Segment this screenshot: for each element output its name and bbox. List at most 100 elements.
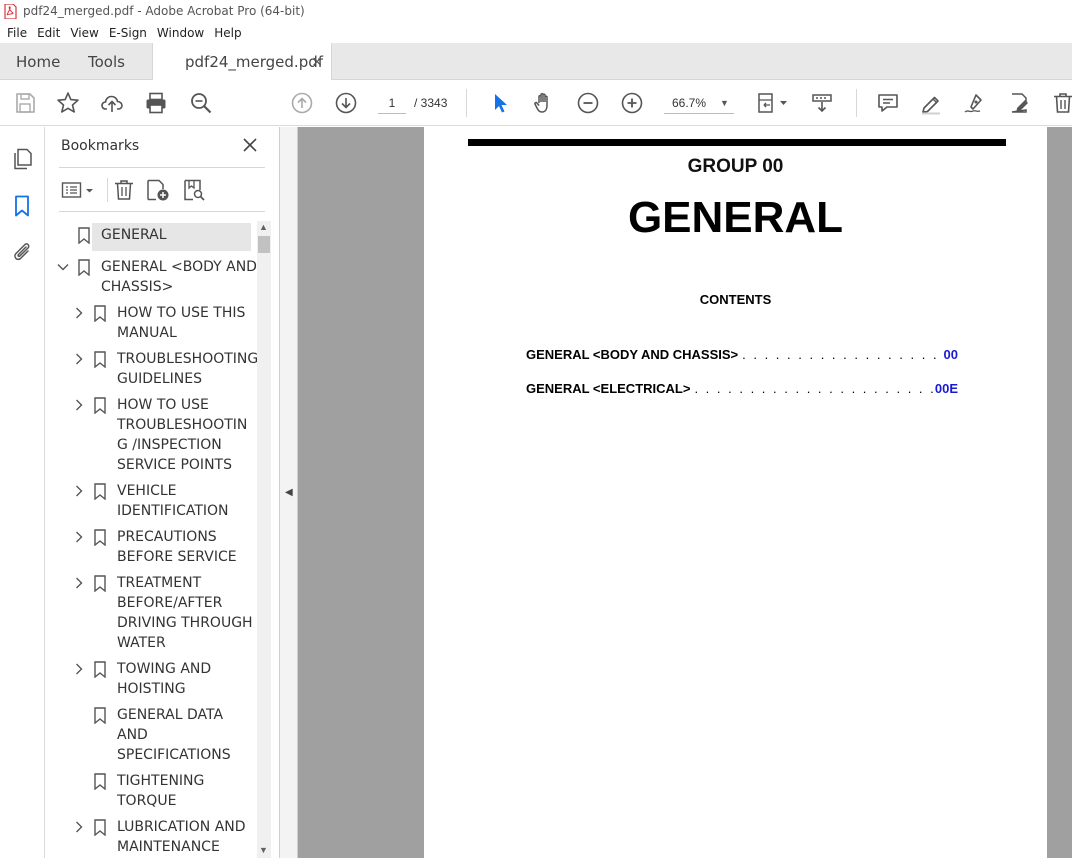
scrolling-mode-icon[interactable] xyxy=(810,91,834,115)
toolbar-divider xyxy=(856,89,857,117)
close-tab-icon[interactable]: × xyxy=(311,54,323,70)
document-title: GENERAL xyxy=(627,193,844,242)
zoom-out-icon[interactable] xyxy=(576,91,600,115)
print-icon[interactable] xyxy=(144,91,168,115)
chevron-right-icon[interactable] xyxy=(73,531,85,543)
tab-tools[interactable]: Tools xyxy=(88,43,125,80)
bookmarks-scrollbar[interactable]: ▲ ▼ xyxy=(257,221,271,858)
delete-icon[interactable] xyxy=(1051,91,1072,115)
menu-edit[interactable]: Edit xyxy=(32,26,65,40)
toc-leader-dots: . . . . . . . . . . . . . . . . . . . . … xyxy=(742,347,943,362)
delete-bookmark-icon[interactable] xyxy=(112,178,136,202)
previous-page-icon[interactable] xyxy=(290,91,314,115)
tab-document-label: pdf24_merged.pdf xyxy=(185,52,324,71)
bookmarks-panel-icon[interactable] xyxy=(10,194,34,218)
page-number-input[interactable] xyxy=(378,92,406,114)
chevron-right-icon[interactable] xyxy=(73,485,85,497)
acrobat-app-icon xyxy=(4,3,17,19)
hand-tool-icon[interactable] xyxy=(532,91,556,115)
save-icon[interactable] xyxy=(13,91,37,115)
next-page-icon[interactable] xyxy=(334,91,358,115)
bookmark-label: TIGHTENING TORQUE xyxy=(117,773,205,809)
zoom-in-icon[interactable] xyxy=(620,91,644,115)
chevron-right-icon[interactable] xyxy=(73,821,85,833)
chevron-right-icon[interactable] xyxy=(73,577,85,589)
bookmark-icon xyxy=(94,707,106,724)
page-thumbnails-icon[interactable] xyxy=(10,147,34,171)
header-rule xyxy=(468,139,1006,146)
attachments-paperclip-icon[interactable] xyxy=(10,240,34,264)
divider xyxy=(59,211,265,212)
bookmark-icon xyxy=(94,483,106,500)
chevron-right-icon[interactable] xyxy=(73,307,85,319)
scroll-down-arrow-icon[interactable]: ▼ xyxy=(259,845,268,855)
bookmark-label: VEHICLE IDENTIFICATION xyxy=(117,483,229,519)
bookmark-icon xyxy=(94,305,106,322)
group-heading: GROUP 00 xyxy=(687,156,784,177)
zoom-level-value: 66.7% xyxy=(671,95,707,110)
divider xyxy=(59,167,265,168)
bookmark-icon xyxy=(94,529,106,546)
bookmark-label: TOWING AND HOISTING xyxy=(117,661,212,697)
toc-entry[interactable]: GENERAL <BODY AND CHASSIS> . . . . . . .… xyxy=(526,347,958,362)
bookmark-options-icon[interactable] xyxy=(61,178,97,202)
panel-splitter[interactable]: ◀ xyxy=(280,127,298,858)
chevron-down-icon[interactable] xyxy=(57,261,69,273)
menu-view[interactable]: View xyxy=(65,26,103,40)
bookmark-label: GENERAL xyxy=(101,227,167,243)
bookmark-label: HOW TO USE TROUBLESHOOTING /INSPECTION S… xyxy=(117,397,248,473)
upload-cloud-icon[interactable] xyxy=(100,91,124,115)
bookmark-label: TREATMENT BEFORE/AFTER DRIVING THROUGH W… xyxy=(117,575,253,651)
tab-home[interactable]: Home xyxy=(16,43,60,80)
new-bookmark-icon[interactable] xyxy=(145,178,171,202)
chevron-down-icon: ▼ xyxy=(720,97,729,108)
toolbar-divider xyxy=(466,89,467,117)
close-icon[interactable] xyxy=(242,137,258,153)
bookmark-icon xyxy=(94,773,106,790)
menu-esign[interactable]: E-Sign xyxy=(104,26,152,40)
document-viewport[interactable]: GROUP 00 GENERAL CONTENTS GENERAL <BODY … xyxy=(298,127,1072,858)
bookmark-label: GENERAL <BODY AND CHASSIS> xyxy=(101,259,257,295)
comment-icon[interactable] xyxy=(876,91,900,115)
bookmark-icon xyxy=(94,397,106,414)
scroll-up-arrow-icon[interactable]: ▲ xyxy=(259,222,268,232)
toolbar-divider xyxy=(107,178,108,202)
sign-pen-icon[interactable] xyxy=(963,91,987,115)
bookmark-label: HOW TO USE THIS MANUAL xyxy=(117,305,246,341)
toc-page-link[interactable]: 00E xyxy=(935,381,958,396)
menu-file[interactable]: File xyxy=(2,26,32,40)
page-fit-icon[interactable] xyxy=(756,91,790,115)
bookmarks-panel: Bookmarks GENERAL GENERAL <BODY AND CHAS… xyxy=(45,127,280,858)
bookmark-label: LUBRICATION AND MAINTENANCE xyxy=(117,819,246,855)
scrollbar-thumb[interactable] xyxy=(258,236,270,253)
window-title: pdf24_merged.pdf - Adobe Acrobat Pro (64… xyxy=(23,4,305,18)
tab-document[interactable]: pdf24_merged.pdf × xyxy=(152,43,332,80)
collapse-panel-arrow-icon[interactable]: ◀ xyxy=(285,487,293,498)
chevron-right-icon[interactable] xyxy=(73,399,85,411)
toc-entry-label: GENERAL <BODY AND CHASSIS> xyxy=(526,347,739,362)
bookmark-icon xyxy=(94,661,106,678)
zoom-level-dropdown[interactable]: 66.7% ▼ xyxy=(664,92,734,114)
toc-entry[interactable]: GENERAL <ELECTRICAL> . . . . . . . . . .… xyxy=(526,381,958,396)
bookmark-icon xyxy=(78,259,90,276)
toc-leader-dots: . . . . . . . . . . . . . . . . . . . . … xyxy=(694,381,934,396)
bookmark-label: TROUBLESHOOTING GUIDELINES xyxy=(117,351,259,387)
bookmark-label: GENERAL DATA AND SPECIFICATIONS xyxy=(117,707,231,763)
title-bar: pdf24_merged.pdf - Adobe Acrobat Pro (64… xyxy=(0,0,1072,22)
select-pointer-icon[interactable] xyxy=(488,91,512,115)
bookmark-icon xyxy=(78,227,90,244)
chevron-right-icon[interactable] xyxy=(73,353,85,365)
chevron-right-icon[interactable] xyxy=(73,663,85,675)
menu-help[interactable]: Help xyxy=(209,26,246,40)
toolbar: / 3343 66.7% ▼ xyxy=(0,80,1072,126)
contents-heading: CONTENTS xyxy=(699,292,772,307)
edit-pdf-icon[interactable] xyxy=(1007,91,1031,115)
toc-entry-label: GENERAL <ELECTRICAL> xyxy=(526,381,691,396)
navigation-rail xyxy=(0,127,45,858)
zoom-search-icon[interactable] xyxy=(189,91,213,115)
highlight-pen-icon[interactable] xyxy=(919,91,943,115)
toc-page-link[interactable]: 00 xyxy=(944,347,958,362)
menu-window[interactable]: Window xyxy=(152,26,209,40)
star-icon[interactable] xyxy=(56,91,80,115)
find-bookmark-icon[interactable] xyxy=(182,178,206,202)
